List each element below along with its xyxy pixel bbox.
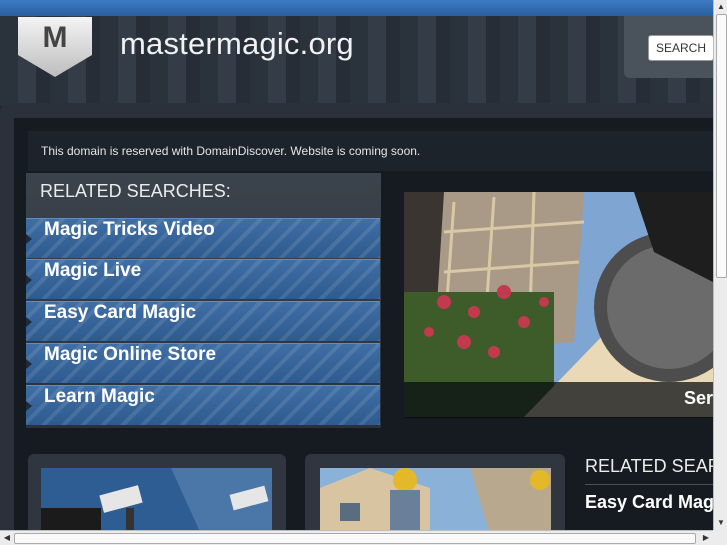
related-search-label: Magic Tricks Video	[44, 219, 215, 240]
related-searches-heading: RELATED SEARCHES:	[40, 181, 231, 201]
logo-letter: M	[42, 21, 68, 54]
security-camera-image	[41, 468, 272, 534]
related-search-link-secondary[interactable]: Easy Card Mag	[585, 492, 714, 513]
vertical-scroll-thumb[interactable]	[716, 14, 727, 278]
domain-notice: This domain is reserved with DomainDisco…	[28, 131, 713, 171]
thumbnail-card[interactable]	[305, 454, 565, 534]
related-search-label: Easy Card Magic	[44, 302, 197, 323]
related-search-link[interactable]: Magic Tricks Video	[26, 218, 380, 258]
related-search-label: Magic Online Store	[44, 344, 217, 365]
related-search-link[interactable]: Magic Live	[26, 259, 380, 299]
scrollbar-corner	[713, 530, 727, 545]
builder-illustration	[320, 468, 551, 534]
horizontal-scroll-thumb[interactable]	[14, 533, 696, 544]
domain-notice-text: This domain is reserved with DomainDisco…	[41, 144, 421, 158]
arrow-right-icon	[26, 275, 32, 285]
scroll-up-arrow-icon[interactable]: ▲	[715, 0, 727, 14]
site-title: mastermagic.org	[120, 26, 354, 61]
arrow-right-icon	[26, 359, 32, 369]
divider	[585, 484, 713, 485]
thumbnail-card[interactable]	[28, 454, 286, 534]
related-search-label: Magic Live	[44, 260, 142, 281]
search-button[interactable]: SEARCH	[648, 35, 714, 61]
scroll-left-arrow-icon[interactable]: ◀	[0, 531, 14, 545]
arrow-right-icon	[26, 317, 32, 327]
site-header	[0, 16, 713, 106]
scroll-right-arrow-icon[interactable]: ▶	[699, 531, 713, 545]
related-search-link[interactable]: Easy Card Magic	[26, 301, 380, 341]
site-logo[interactable]: M	[18, 17, 92, 77]
related-search-link[interactable]: Magic Online Store	[26, 343, 380, 383]
related-search-link[interactable]: Learn Magic	[26, 385, 380, 425]
arrow-right-icon	[26, 234, 32, 244]
feature-caption[interactable]: Ser	[404, 382, 713, 418]
top-accent-stripe	[0, 0, 727, 16]
scroll-down-arrow-icon[interactable]: ▼	[715, 516, 727, 530]
builder-image	[320, 468, 551, 534]
security-camera-illustration	[41, 468, 272, 534]
feature-caption-text: Ser	[683, 388, 713, 408]
related-searches-heading-secondary: RELATED SEAR	[585, 456, 721, 476]
related-search-label: Learn Magic	[44, 386, 155, 407]
horizontal-scrollbar[interactable]: ◀ ▶	[0, 530, 727, 545]
arrow-right-icon	[26, 401, 32, 411]
vertical-scrollbar[interactable]: ▲ ▼	[713, 0, 727, 530]
